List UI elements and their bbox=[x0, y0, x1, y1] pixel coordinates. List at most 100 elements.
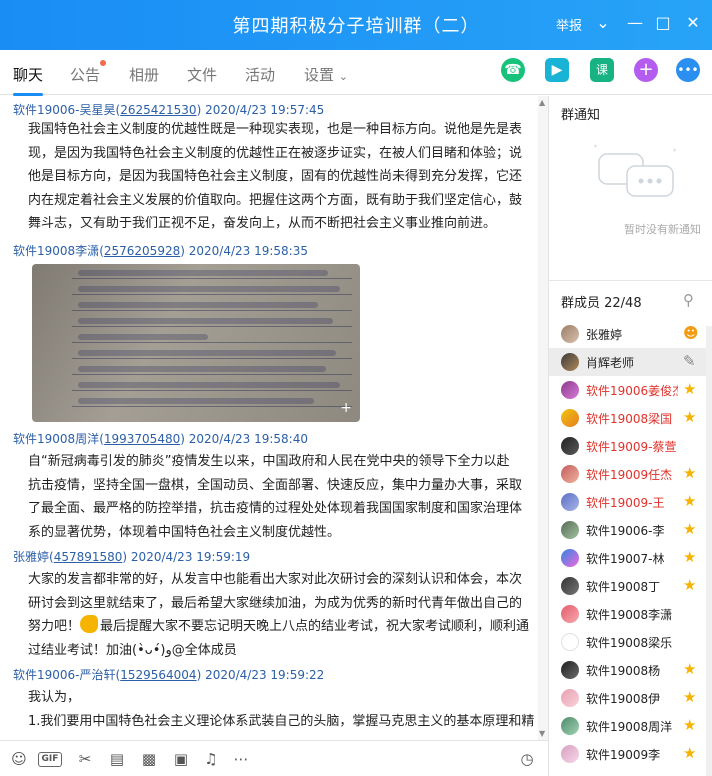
member-item[interactable]: 软件19009-蔡萱 bbox=[549, 432, 712, 460]
member-name: 软件19009-蔡萱 bbox=[586, 440, 677, 454]
picture-icon[interactable]: ▣ bbox=[172, 750, 190, 768]
search-icon[interactable]: ⚲ bbox=[683, 291, 694, 309]
add-app-icon[interactable]: + bbox=[634, 58, 658, 82]
member-name: 软件19008梁国 bbox=[586, 412, 673, 426]
message-line-prefix: 努力吧！ bbox=[28, 619, 81, 634]
maximize-icon[interactable]: □ bbox=[652, 12, 674, 34]
member-item[interactable]: 软件19009任杰 ★ bbox=[549, 460, 712, 488]
history-clock-icon[interactable]: ◷ bbox=[518, 750, 536, 768]
avatar bbox=[561, 745, 579, 763]
star-icon: ★ bbox=[683, 576, 697, 594]
avatar bbox=[561, 717, 579, 735]
message-line-rest: 最后提醒大家不要忘记明天晚上八点的结业考试，祝大家考试顺利，顺利通 bbox=[100, 619, 530, 634]
sender-name[interactable]: 软件19006-严治轩 bbox=[13, 668, 116, 682]
handwritten-notes-photo[interactable]: + bbox=[32, 264, 360, 422]
zoom-in-icon[interactable]: + bbox=[340, 400, 352, 416]
bell-icon[interactable]: ♫ bbox=[202, 750, 220, 768]
member-list-scrollbar[interactable] bbox=[706, 326, 712, 776]
member-item[interactable]: 软件19006姜俊杰 ★ bbox=[549, 376, 712, 404]
scroll-down-icon[interactable]: ▼ bbox=[539, 729, 545, 738]
avatar bbox=[561, 353, 579, 371]
class-icon[interactable]: 课 bbox=[590, 58, 614, 82]
group-owner-icon: ☻ bbox=[683, 324, 699, 342]
sender-name[interactable]: 软件19006-吴星昊 bbox=[13, 103, 116, 117]
tab-settings[interactable]: 设置 ⌄ bbox=[304, 64, 348, 85]
sender-qq-link[interactable]: 1993705480 bbox=[104, 432, 180, 446]
message-time: 2020/4/23 19:59:19 bbox=[130, 550, 251, 564]
avatar bbox=[561, 325, 579, 343]
member-item[interactable]: 软件19008周洋 ★ bbox=[549, 712, 712, 740]
edit-pencil-icon[interactable]: ✎ bbox=[683, 352, 696, 370]
avatar bbox=[561, 549, 579, 567]
sender-name[interactable]: 软件19008李潇 bbox=[13, 244, 99, 258]
member-item[interactable]: 软件19008梁乐 bbox=[549, 628, 712, 656]
scroll-up-icon[interactable]: ▲ bbox=[539, 98, 545, 107]
member-item[interactable]: 软件19008丁 ★ bbox=[549, 572, 712, 600]
message-line: 内在规定着社会主义发展的价值取向。把握住这两个方面，既有助于我们坚定信心，鼓 bbox=[28, 192, 523, 208]
sender-qq-link[interactable]: 1529564004 bbox=[120, 668, 196, 682]
member-name: 软件19008李潇 bbox=[586, 608, 673, 622]
video-call-icon[interactable]: ▶ bbox=[545, 58, 569, 82]
message-line: 研讨会到这里就结束了，最后希望大家继续加油，为成为优秀的新时代青年做出自己的 bbox=[28, 595, 523, 611]
tab-announcement[interactable]: 公告 bbox=[70, 64, 100, 85]
message-header: 软件19008李潇(2576205928) 2020/4/23 19:58:35 bbox=[13, 244, 308, 258]
phone-call-icon[interactable]: ☎ bbox=[501, 58, 525, 82]
unread-dot bbox=[100, 60, 106, 66]
member-item[interactable]: 张雅婷 ☻ bbox=[549, 320, 712, 348]
avatar bbox=[561, 465, 579, 483]
chevron-down-icon[interactable]: ⌄ bbox=[592, 12, 614, 34]
sender-name[interactable]: 张雅婷 bbox=[13, 550, 49, 564]
gif-icon[interactable]: GIF bbox=[38, 752, 62, 767]
member-name: 张雅婷 bbox=[586, 328, 623, 342]
avatar bbox=[561, 633, 579, 651]
tab-files[interactable]: 文件 bbox=[187, 64, 217, 85]
message-line: 大家的发言都非常的好，从发言中也能看出大家对此次研讨会的深刻认识和体会，本次 bbox=[28, 572, 523, 587]
sender-name[interactable]: 软件19008周洋 bbox=[13, 432, 99, 446]
avatar bbox=[561, 605, 579, 623]
member-name: 软件19008周洋 bbox=[586, 720, 673, 734]
member-item[interactable]: 软件19008梁国 ★ bbox=[549, 404, 712, 432]
message-line: 自“新冠病毒引发的肺炎”疫情发生以来，中国政府和人民在党中央的领导下全力以赴 bbox=[28, 454, 510, 469]
member-item[interactable]: 肖辉老师 ✎ bbox=[549, 348, 712, 376]
avatar bbox=[561, 689, 579, 707]
more-icon[interactable]: ••• bbox=[676, 58, 700, 82]
member-item[interactable]: 软件19009-王 ★ bbox=[549, 488, 712, 516]
message-header: 软件19006-吴星昊(2625421530) 2020/4/23 19:57:… bbox=[13, 103, 325, 117]
empty-notice-illustration-icon bbox=[594, 144, 676, 197]
tab-album[interactable]: 相册 bbox=[129, 64, 159, 85]
report-button[interactable]: 举报 bbox=[556, 15, 582, 34]
emoji-icon[interactable]: ☺ bbox=[10, 750, 28, 768]
message-line: 他是目标方向，是因为我国特色社会主义制度，固有的优越性尚未得到充分发挥，它还 bbox=[28, 169, 523, 184]
member-name: 软件19008梁乐 bbox=[586, 636, 673, 650]
tab-activity[interactable]: 活动 bbox=[245, 64, 275, 85]
member-item[interactable]: 软件19008李潇 bbox=[549, 600, 712, 628]
member-name: 软件19008伊 bbox=[586, 692, 661, 706]
more-tools-icon[interactable]: ⋯ bbox=[232, 750, 250, 768]
folder-icon[interactable]: ▤ bbox=[108, 750, 126, 768]
star-icon: ★ bbox=[683, 688, 697, 706]
member-count-label: 群成员 22/48 bbox=[561, 296, 642, 311]
group-sidebar: 群通知 暂时没有新通知 群成员 22/48 ⚲ 张雅婷 ☻ 肖辉老师 ✎ 软件1… bbox=[548, 96, 712, 776]
input-toolbar: ☺ GIF ✂ ▤ ▩ ▣ ♫ ⋯ ◷ bbox=[0, 740, 548, 776]
minimize-icon[interactable]: — bbox=[624, 12, 646, 34]
close-icon[interactable]: ✕ bbox=[682, 12, 704, 34]
member-item[interactable]: 软件19006-李 ★ bbox=[549, 516, 712, 544]
message-body: 我认为， 1.我们要用中国特色社会主义理论体系武装自己的头脑，掌握马克思主义的基… bbox=[28, 686, 536, 733]
member-item[interactable]: 软件19008伊 ★ bbox=[549, 684, 712, 712]
sender-qq-link[interactable]: 2576205928 bbox=[104, 244, 180, 258]
message-line: 了最全面、最严格的防控举措，抗击疫情的过程处处体现着我国国家制度和国家治理体 bbox=[28, 501, 523, 516]
avatar bbox=[561, 381, 579, 399]
message-line: 我国特色社会主义制度的优越性既是一种现实表现，也是一种目标方向。说他是先是表 bbox=[28, 122, 523, 137]
sender-qq-link[interactable]: 457891580 bbox=[54, 550, 123, 564]
sender-qq-link[interactable]: 2625421530 bbox=[120, 103, 196, 117]
tab-chat[interactable]: 聊天 bbox=[13, 64, 44, 96]
message-header: 张雅婷(457891580) 2020/4/23 19:59:19 bbox=[13, 550, 251, 564]
scissors-icon[interactable]: ✂ bbox=[76, 750, 94, 768]
chat-scrollbar[interactable]: ▲ ▼ bbox=[538, 96, 548, 740]
image-icon[interactable]: ▩ bbox=[140, 750, 158, 768]
member-item[interactable]: 软件19009李 ★ bbox=[549, 740, 712, 768]
message-header: 软件19008周洋(1993705480) 2020/4/23 19:58:40 bbox=[13, 432, 308, 446]
avatar bbox=[561, 661, 579, 679]
member-item[interactable]: 软件19007-林 ★ bbox=[549, 544, 712, 572]
member-item[interactable]: 软件19008杨 ★ bbox=[549, 656, 712, 684]
